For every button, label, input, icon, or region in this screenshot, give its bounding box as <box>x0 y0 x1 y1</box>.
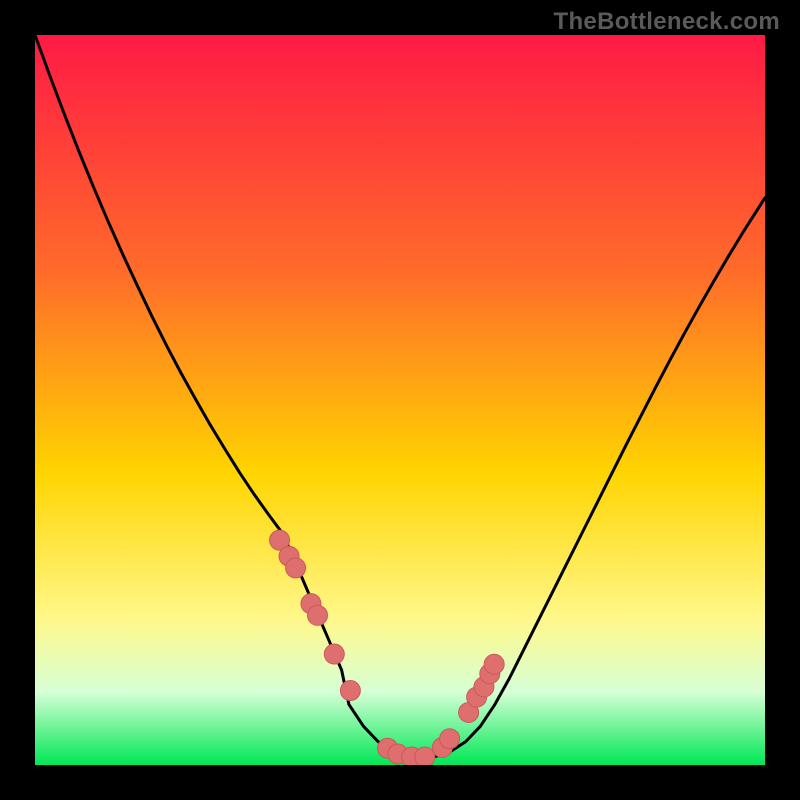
marker-point <box>308 605 328 625</box>
gradient-background <box>35 35 765 765</box>
marker-point <box>340 681 360 701</box>
marker-point <box>440 729 460 749</box>
chart-svg <box>35 35 765 765</box>
marker-point <box>415 747 435 765</box>
marker-point <box>484 654 504 674</box>
chart-stage: TheBottleneck.com <box>0 0 800 800</box>
plot-area <box>35 35 765 765</box>
marker-point <box>286 558 306 578</box>
attribution-text: TheBottleneck.com <box>554 8 780 36</box>
marker-point <box>324 644 344 664</box>
